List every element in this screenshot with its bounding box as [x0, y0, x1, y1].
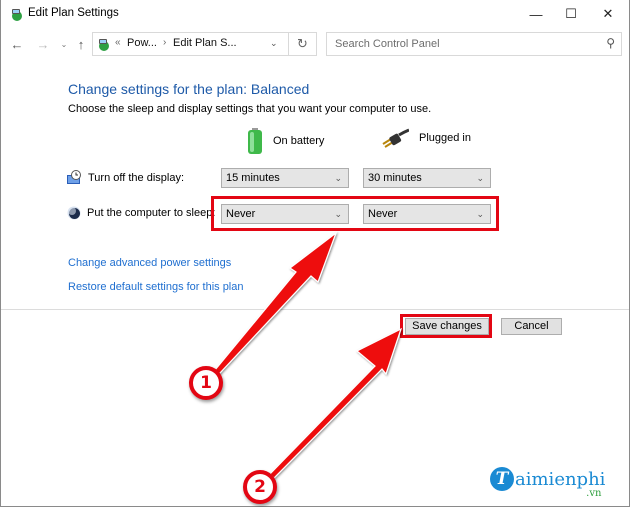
page-description: Choose the sleep and display settings th… [68, 103, 432, 115]
chevron-down-icon: ⌄ [334, 209, 342, 219]
search-box: ⚲ [326, 32, 622, 56]
sleep-on-battery-select[interactable]: Never ⌄ [221, 204, 349, 224]
turn-off-display-label: Turn off the display: [88, 171, 184, 184]
power-options-icon [99, 39, 109, 51]
power-options-app-icon [12, 9, 22, 21]
title-bar: Edit Plan Settings — ☐ ✕ [1, 0, 629, 28]
step-1-badge: 1 [189, 366, 223, 400]
breadcrumb-overflow-icon[interactable]: « [115, 37, 121, 48]
minimize-icon: — [529, 6, 543, 22]
maximize-icon: ☐ [565, 6, 577, 21]
column-header-plugged-in: Plugged in [381, 128, 471, 148]
display-clock-icon [67, 170, 81, 184]
window-title: Edit Plan Settings [28, 7, 119, 19]
display-on-battery-value: 15 minutes [226, 172, 280, 184]
display-plugged-in-value: 30 minutes [368, 172, 422, 184]
step-2-badge: 2 [243, 470, 277, 504]
refresh-button[interactable]: ↻ [289, 32, 317, 56]
close-button[interactable]: ✕ [585, 0, 630, 28]
footer-divider [1, 309, 629, 310]
row-label-turn-off-display: Turn off the display: [67, 170, 184, 185]
sleep-plugged-in-select[interactable]: Never ⌄ [363, 204, 491, 224]
page-title: Change settings for the plan: Balanced [68, 81, 310, 97]
taimienphi-watermark: T aimienphi .vn [490, 467, 605, 499]
save-changes-button[interactable]: Save changes [405, 318, 489, 335]
watermark-suffix: .vn [586, 488, 602, 499]
search-input[interactable] [327, 33, 597, 55]
close-icon: ✕ [602, 6, 614, 21]
column-label-plugged-in: Plugged in [419, 132, 471, 144]
up-button[interactable]: ↑ [73, 34, 89, 54]
arrow-left-icon: ← [10, 36, 24, 52]
display-on-battery-select[interactable]: 15 minutes ⌄ [221, 168, 349, 188]
battery-icon [248, 128, 262, 154]
column-label-on-battery: On battery [273, 135, 325, 147]
restore-default-settings-link[interactable]: Restore default settings for this plan [68, 281, 243, 293]
chevron-down-icon: ⌄ [476, 209, 484, 219]
arrow-up-icon: ↑ [77, 36, 85, 52]
breadcrumb-edit-plan-settings[interactable]: Edit Plan S... [173, 37, 237, 49]
change-advanced-power-settings-link[interactable]: Change advanced power settings [68, 257, 231, 269]
chevron-down-icon: ⌄ [334, 173, 342, 183]
back-button[interactable]: ← [9, 34, 25, 54]
forward-button[interactable]: → [35, 34, 51, 54]
sleep-on-battery-value: Never [226, 208, 256, 220]
address-bar[interactable]: « Pow... › Edit Plan S... ⌄ [92, 32, 289, 56]
sleep-moon-icon [67, 206, 81, 220]
breadcrumb-separator-icon: › [163, 37, 167, 48]
chevron-down-icon: ⌄ [60, 39, 68, 49]
sleep-label: Put the computer to sleep: [87, 207, 216, 219]
refresh-icon: ↻ [297, 36, 308, 51]
chevron-down-icon: ⌄ [476, 173, 484, 183]
watermark-logo-icon: T [490, 467, 514, 491]
power-plug-icon [382, 128, 409, 148]
cancel-button[interactable]: Cancel [501, 318, 562, 335]
display-plugged-in-select[interactable]: 30 minutes ⌄ [363, 168, 491, 188]
address-dropdown-icon[interactable]: ⌄ [270, 38, 278, 49]
navigation-bar: ← → ⌄ ↑ « Pow... › Edit Plan S... ⌄ ↻ ⚲ [1, 30, 629, 58]
row-label-sleep: Put the computer to sleep: [67, 206, 215, 220]
breadcrumb-power-options[interactable]: Pow... [127, 37, 157, 49]
edit-plan-settings-window: Edit Plan Settings — ☐ ✕ ← → ⌄ ↑ « Pow..… [0, 0, 630, 507]
column-header-on-battery: On battery [247, 128, 324, 154]
sleep-plugged-in-value: Never [368, 208, 398, 220]
recent-locations-button[interactable]: ⌄ [56, 34, 72, 54]
arrow-right-icon: → [36, 36, 50, 52]
search-icon[interactable]: ⚲ [606, 36, 615, 50]
